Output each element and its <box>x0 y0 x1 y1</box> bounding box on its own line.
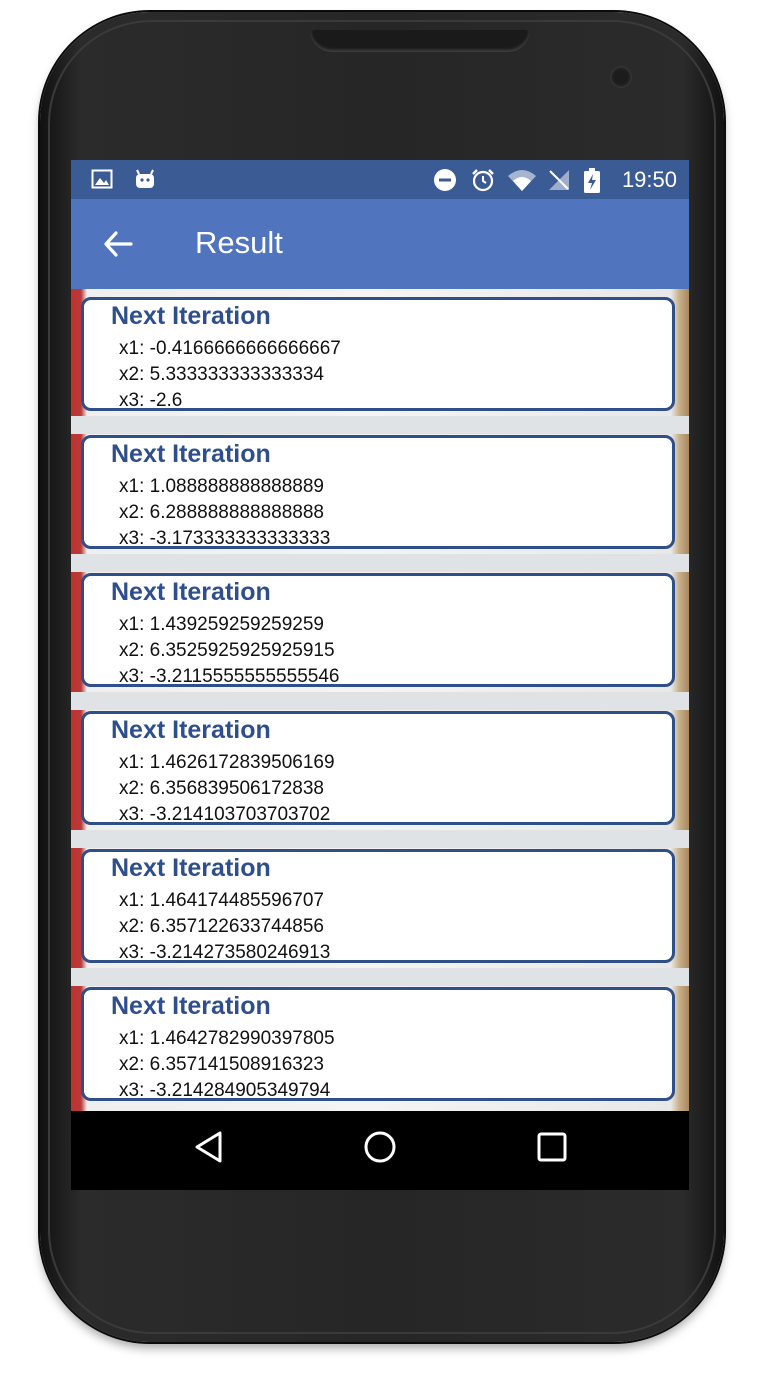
background-decor <box>71 554 689 572</box>
iteration-card: Next Iteration x1: 1.4626172839506169 x2… <box>81 711 675 825</box>
x1-value: x1: 1.088888888888889 <box>119 476 324 497</box>
iteration-title: Next Iteration <box>111 716 271 744</box>
x3-value: x3: -3.214284905349794 <box>119 1080 331 1101</box>
x3-value: x3: -3.173333333333333 <box>119 528 331 549</box>
x1-value: x1: 1.464174485596707 <box>119 890 324 911</box>
x2-value: x2: 6.3525925925925915 <box>119 640 335 661</box>
iteration-title: Next Iteration <box>111 578 271 606</box>
app-bar: Result <box>71 199 689 289</box>
status-time: 19:50 <box>621 167 677 192</box>
recents-square-icon[interactable] <box>534 1129 570 1170</box>
status-bar: 19:50 <box>71 160 689 199</box>
back-triangle-icon[interactable] <box>193 1129 225 1170</box>
page-title: Result <box>195 225 283 260</box>
iteration-card: Next Iteration x1: 1.439259259259259 x2:… <box>81 573 675 687</box>
iteration-title: Next Iteration <box>111 992 271 1020</box>
x1-value: x1: 1.439259259259259 <box>119 614 324 635</box>
x2-value: x2: 6.357122633744856 <box>119 916 324 937</box>
background-decor <box>71 968 689 986</box>
x3-value: x3: -3.214273580246913 <box>119 942 331 963</box>
screen: 19:50 Result Next Iteration x1: -0.41666… <box>71 160 689 1190</box>
background-decor <box>71 692 689 710</box>
front-camera <box>610 66 632 88</box>
x2-value: x2: 6.357141508916323 <box>119 1054 324 1075</box>
iteration-card: Next Iteration x1: -0.4166666666666667 x… <box>81 297 675 411</box>
x1-value: x1: 1.4642782990397805 <box>119 1028 335 1049</box>
x2-value: x2: 5.333333333333334 <box>119 364 324 385</box>
iteration-card: Next Iteration x1: 1.4642782990397805 x2… <box>81 987 675 1101</box>
no-signal-icon <box>547 168 571 197</box>
iteration-title: Next Iteration <box>111 302 271 330</box>
x3-value: x3: -2.6 <box>119 390 183 411</box>
x2-value: x2: 6.288888888888888 <box>119 502 324 523</box>
background-decor <box>71 830 689 848</box>
x3-value: x3: -3.214103703703702 <box>119 804 331 825</box>
navigation-bar <box>71 1111 689 1190</box>
alarm-icon <box>470 168 496 197</box>
wifi-icon <box>507 168 537 197</box>
x3-value: x3: -3.2115555555555546 <box>119 666 340 687</box>
iteration-title: Next Iteration <box>111 440 271 468</box>
android-icon <box>133 168 157 195</box>
x2-value: x2: 6.356839506172838 <box>119 778 324 799</box>
battery-charging-icon <box>583 168 601 199</box>
do-not-disturb-icon <box>433 168 457 197</box>
result-list[interactable]: Next Iteration x1: -0.4166666666666667 x… <box>71 289 689 1111</box>
home-circle-icon[interactable] <box>362 1129 398 1170</box>
iteration-card: Next Iteration x1: 1.088888888888889 x2:… <box>81 435 675 549</box>
image-icon <box>91 168 113 195</box>
x1-value: x1: 1.4626172839506169 <box>119 752 335 773</box>
x1-value: x1: -0.4166666666666667 <box>119 338 341 359</box>
iteration-card: Next Iteration x1: 1.464174485596707 x2:… <box>81 849 675 963</box>
earpiece-speaker <box>310 30 530 52</box>
arrow-back-icon[interactable] <box>101 227 135 266</box>
iteration-title: Next Iteration <box>111 854 271 882</box>
background-decor <box>71 416 689 434</box>
